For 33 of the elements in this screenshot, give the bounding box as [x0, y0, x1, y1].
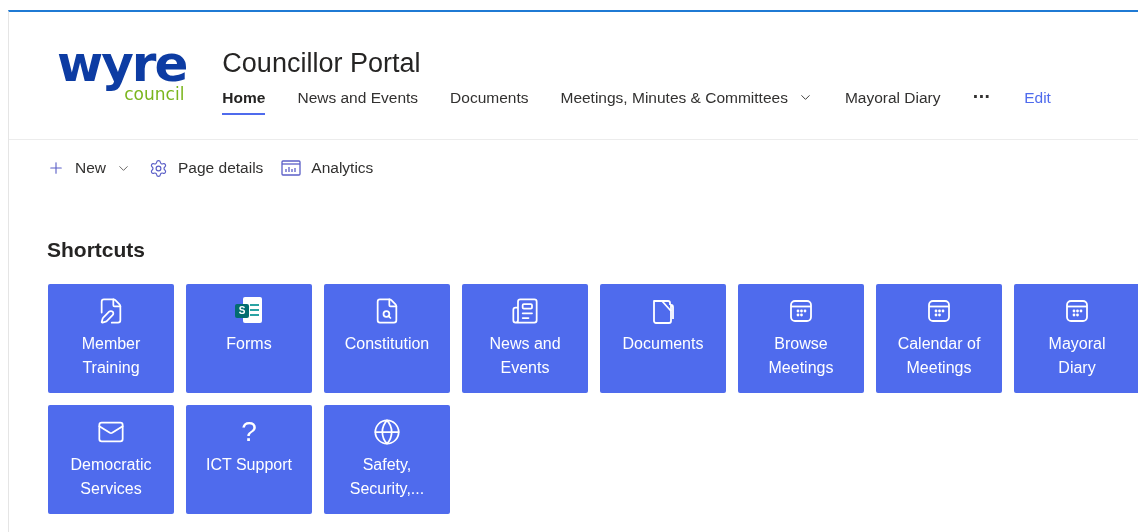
- site-title: Councillor Portal: [222, 47, 422, 80]
- shortcut-tile[interactable]: ? ICT Support: [186, 404, 312, 514]
- command-button[interactable]: New: [47, 156, 131, 180]
- settings-icon: [149, 158, 168, 178]
- nav-link[interactable]: News and Events: [297, 86, 419, 116]
- shortcut-tile[interactable]: Constitution: [324, 283, 450, 393]
- analytics-icon: [281, 160, 302, 176]
- nav-link[interactable]: Meetings, Minutes & Committees: [560, 86, 813, 116]
- plus-icon: [47, 159, 65, 177]
- newspaper-icon: [511, 296, 539, 325]
- globe-icon: [373, 417, 401, 446]
- shortcut-tile[interactable]: Calendar of Meetings: [876, 283, 1002, 393]
- command-button[interactable]: Analytics: [281, 156, 374, 180]
- question-icon: ?: [241, 417, 257, 446]
- calendar-icon: [788, 297, 814, 324]
- shortcut-tile[interactable]: Safety, Security,...: [324, 404, 450, 514]
- shortcut-tile[interactable]: Mayoral Diary: [1014, 283, 1138, 393]
- nav-link[interactable]: Mayoral Diary: [844, 86, 941, 116]
- shortcut-tile[interactable]: Documents: [600, 283, 726, 393]
- shortcut-tile[interactable]: News and Events: [462, 283, 588, 393]
- calendar-icon: [1064, 297, 1090, 324]
- more-button[interactable]: ···: [972, 86, 991, 116]
- nav-link[interactable]: Documents: [450, 86, 529, 116]
- edit-link[interactable]: Edit: [1024, 86, 1051, 116]
- calendar-icon: [926, 297, 952, 324]
- command-button[interactable]: Page details: [149, 156, 264, 180]
- section-heading: Shortcuts: [47, 237, 145, 263]
- shortcut-tile[interactable]: Member Training: [48, 283, 174, 393]
- wyre-council-logo[interactable]: wyre council: [57, 42, 187, 102]
- shortcut-tile[interactable]: Democratic Services: [48, 404, 174, 514]
- nav-link[interactable]: Home: [222, 86, 266, 116]
- shortcut-tile[interactable]: Browse Meetings: [738, 283, 864, 393]
- shortcut-tile[interactable]: S Forms: [186, 283, 312, 393]
